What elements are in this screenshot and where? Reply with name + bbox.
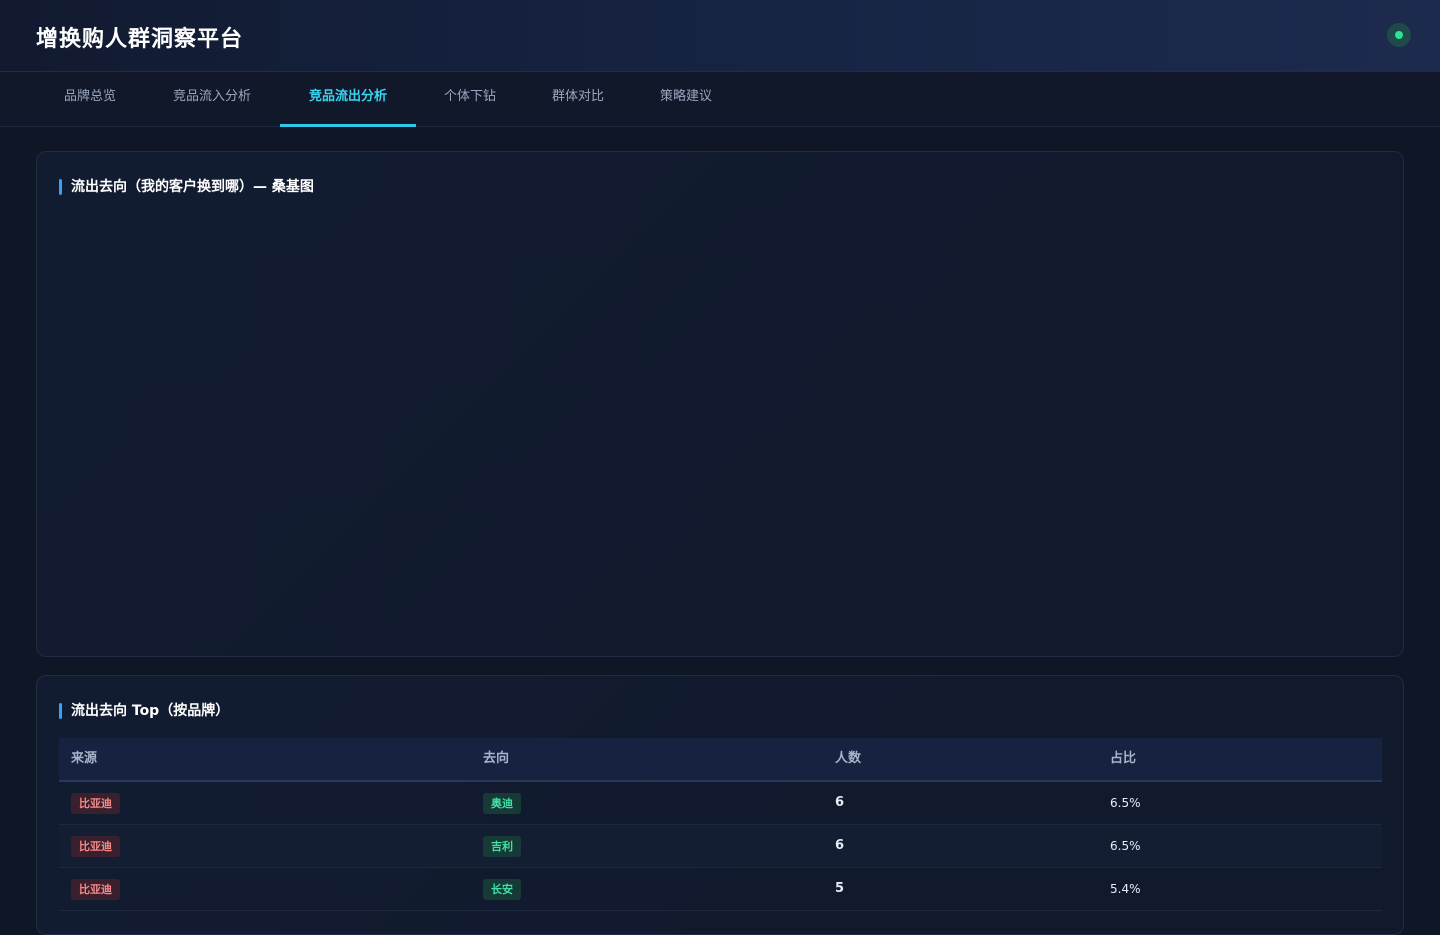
column-header-target[interactable]: 去向 — [483, 738, 509, 780]
table-row[interactable]: 比亚迪 长安 5 5.4% — [59, 868, 1382, 911]
column-header-source[interactable]: 来源 — [71, 738, 97, 780]
table-row[interactable]: 比亚迪 吉利 6 6.5% — [59, 825, 1382, 868]
target-cell: 长安 — [483, 868, 521, 910]
ratio-cell: 6.5% — [1110, 839, 1141, 853]
source-cell: 比亚迪 — [71, 782, 120, 824]
sankey-card-title: 流出去向（我的客户换到哪）— 桑基图 — [59, 178, 314, 196]
count-cell: 6 — [835, 795, 845, 810]
column-header-ratio[interactable]: 占比 — [1110, 738, 1136, 780]
count-cell: 6 — [835, 838, 845, 853]
source-cell: 比亚迪 — [71, 868, 120, 910]
target-cell: 吉利 — [483, 825, 521, 867]
sankey-card: 流出去向（我的客户换到哪）— 桑基图 — [36, 151, 1404, 657]
outflow-table-card: 流出去向 Top（按品牌） 来源 去向 人数 占比 比亚迪 奥迪 6 6.5% … — [36, 675, 1404, 935]
outflow-table: 来源 去向 人数 占比 比亚迪 奥迪 6 6.5% 比亚迪 吉利 6 6.5% — [59, 738, 1382, 911]
count-cell: 5 — [835, 881, 845, 896]
app-title: 增换购人群洞察平台 — [36, 27, 244, 52]
status-dot-icon — [1395, 31, 1403, 39]
target-brand-tag: 长安 — [483, 879, 521, 900]
source-cell: 比亚迪 — [71, 825, 120, 867]
target-brand-tag: 吉利 — [483, 836, 521, 857]
sankey-chart-area[interactable] — [59, 212, 1381, 632]
tab-group-compare[interactable]: 群体对比 — [524, 72, 632, 127]
source-brand-tag: 比亚迪 — [71, 836, 120, 857]
ratio-cell: 6.5% — [1110, 796, 1141, 810]
target-brand-tag: 奥迪 — [483, 793, 521, 814]
column-header-count[interactable]: 人数 — [835, 738, 861, 780]
tab-bar: 品牌总览 竞品流入分析 竞品流出分析 个体下钻 群体对比 策略建议 — [0, 72, 1440, 127]
tab-strategy-advice[interactable]: 策略建议 — [632, 72, 740, 127]
tab-competitor-outflow[interactable]: 竞品流出分析 — [280, 72, 416, 127]
status-indicator[interactable] — [1387, 23, 1411, 47]
tab-individual-drilldown[interactable]: 个体下钻 — [416, 72, 524, 127]
target-cell: 奥迪 — [483, 782, 521, 824]
tab-competitor-inflow[interactable]: 竞品流入分析 — [144, 72, 280, 127]
table-row[interactable]: 比亚迪 奥迪 6 6.5% — [59, 782, 1382, 825]
app-header: 增换购人群洞察平台 — [0, 0, 1440, 72]
ratio-cell: 5.4% — [1110, 882, 1141, 896]
source-brand-tag: 比亚迪 — [71, 793, 120, 814]
table-header: 来源 去向 人数 占比 — [59, 738, 1382, 782]
outflow-table-title: 流出去向 Top（按品牌） — [59, 702, 229, 720]
source-brand-tag: 比亚迪 — [71, 879, 120, 900]
tab-brand-overview[interactable]: 品牌总览 — [36, 72, 144, 127]
